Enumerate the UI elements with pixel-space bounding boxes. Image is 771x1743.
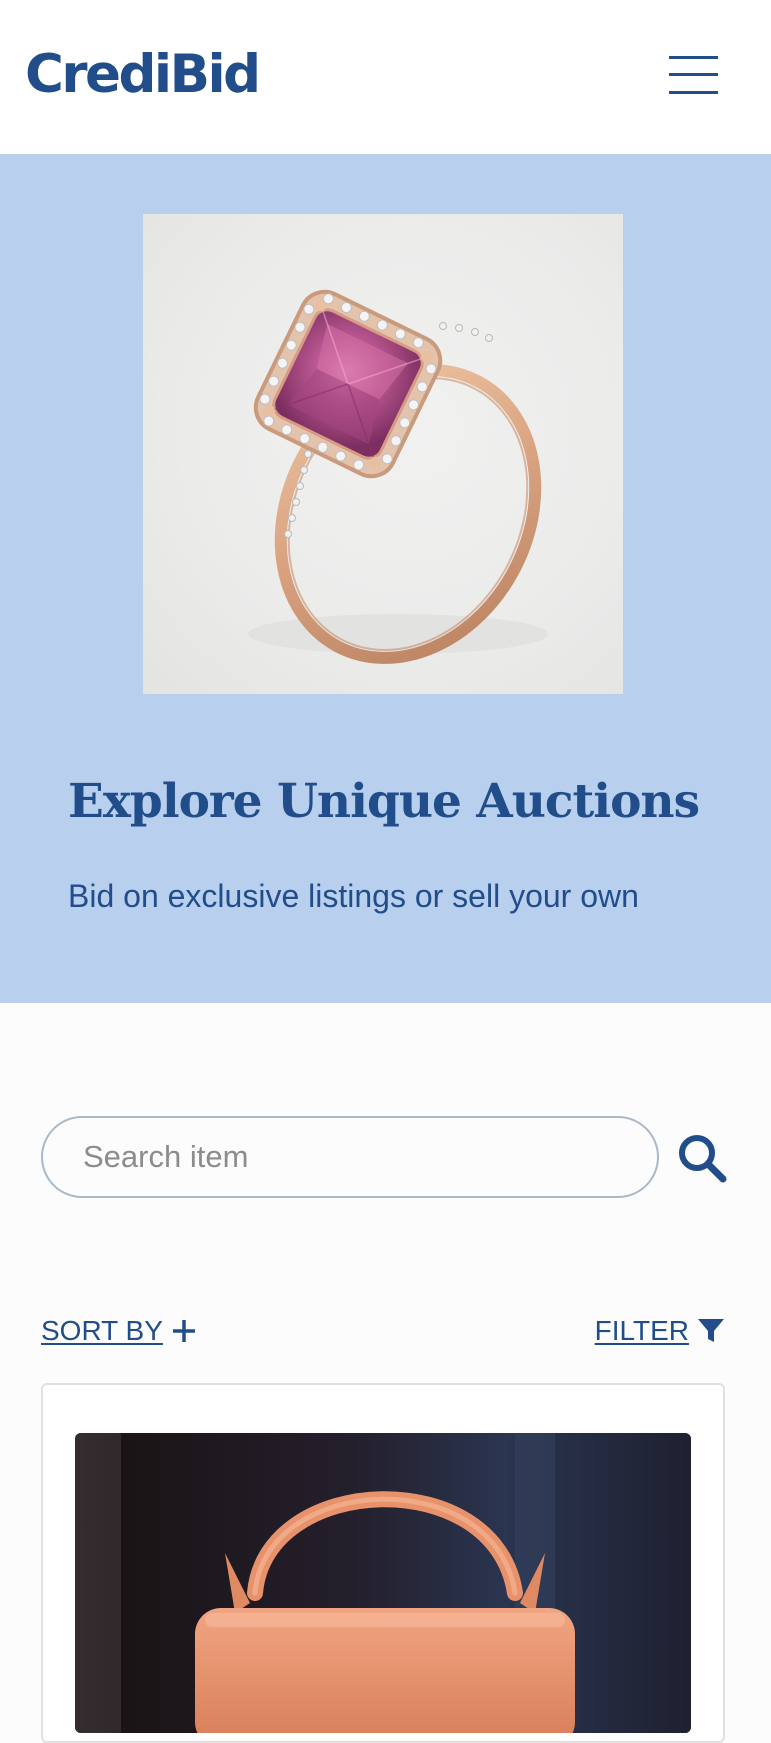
filter-funnel-icon — [698, 1319, 724, 1342]
hero-title: Explore Unique Auctions — [68, 774, 700, 829]
menu-bar-bottom — [669, 91, 718, 94]
hero-subtitle: Bid on exclusive listings or sell your o… — [68, 878, 639, 914]
orange-handbag-illustration — [75, 1433, 691, 1733]
hero-ring-image — [143, 214, 623, 694]
filter-label: FILTER — [594, 1315, 689, 1346]
site-header: CrediBid — [0, 0, 771, 154]
credibid-logo[interactable]: CrediBid — [25, 40, 261, 110]
filter-button[interactable]: FILTER — [595, 1312, 725, 1350]
sort-by-label: SORT BY — [41, 1315, 163, 1346]
listing-image-handbag[interactable] — [75, 1433, 691, 1733]
hamburger-menu-icon[interactable] — [669, 55, 718, 95]
menu-bar-middle — [669, 73, 718, 76]
search-icon[interactable] — [676, 1132, 728, 1184]
menu-bar-top — [669, 56, 718, 59]
hero-banner: Explore Unique Auctions Bid on exclusive… — [0, 154, 771, 1003]
pink-gemstone-ring-illustration — [248, 289, 548, 664]
plus-icon — [172, 1320, 195, 1342]
search-icon-graphic — [679, 1135, 727, 1183]
listing-card[interactable] — [41, 1383, 725, 1743]
search-input[interactable] — [41, 1116, 659, 1198]
sort-by-button[interactable]: SORT BY — [41, 1312, 197, 1350]
